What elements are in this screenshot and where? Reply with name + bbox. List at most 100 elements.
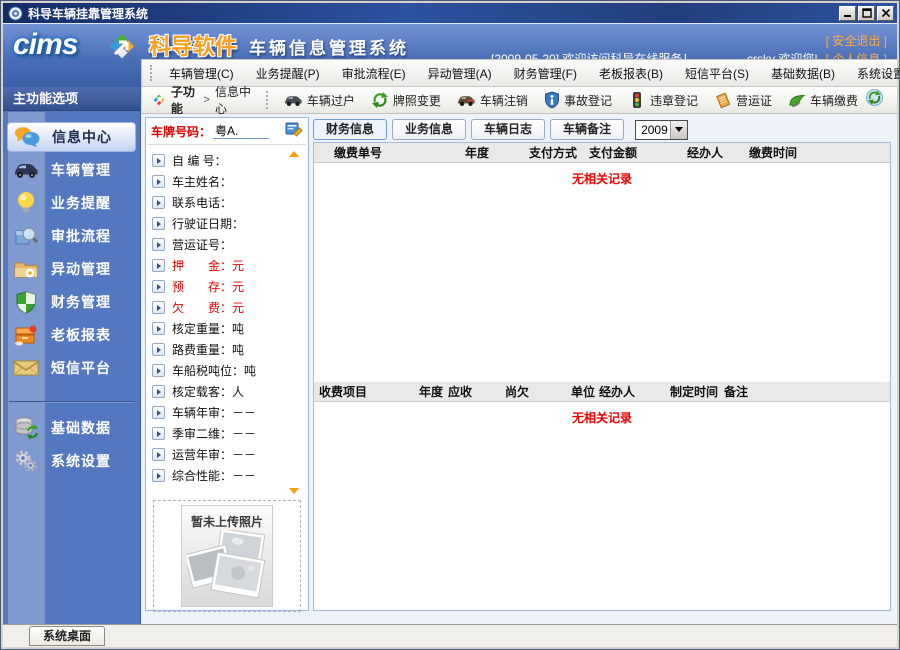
menu-system-settings[interactable]: 系统设置(S): [846, 65, 900, 82]
menu-grip: [150, 65, 152, 81]
menu-vehicle-mgmt[interactable]: 车辆管理(C): [158, 65, 245, 82]
charge-empty-message: 无相关记录: [314, 402, 890, 426]
photo-placeholder: 暂未上传照片: [181, 505, 273, 607]
cims-logo: cims: [13, 28, 141, 84]
tab-business-info[interactable]: 业务信息: [392, 119, 466, 140]
plate-number-label: 车牌号码：: [151, 123, 211, 140]
expand-icon[interactable]: [152, 469, 165, 482]
brand-name: 科导软件: [149, 29, 237, 61]
refresh-button[interactable]: [866, 89, 883, 111]
sidebar-item-finance-mgmt[interactable]: 财务管理: [7, 287, 136, 317]
plate-number-input[interactable]: [213, 124, 269, 139]
expand-icon[interactable]: [152, 343, 165, 356]
menu-business-reminder[interactable]: 业务提醒(P): [245, 65, 331, 82]
field-row-arrears: 欠 费：元: [152, 297, 308, 318]
sidebar-item-label: 系统设置: [51, 451, 111, 471]
year-select-value: 2009: [636, 123, 670, 137]
plate-change-button[interactable]: 牌照变更: [363, 89, 449, 111]
maximize-icon: [862, 8, 872, 18]
logout-link[interactable]: [ 安全退出 ]: [826, 32, 887, 49]
expand-icon[interactable]: [152, 259, 165, 272]
vehicle-transfer-button[interactable]: 车辆过户: [276, 90, 363, 111]
sms-platform-icon: [7, 359, 45, 377]
menu-sms-platform[interactable]: 短信平台(S): [674, 65, 760, 82]
car-cancel-icon: [457, 94, 476, 107]
field-row-annual-inspection: 车辆年审：－－: [152, 402, 308, 423]
field-row-operation-cert: 营运证号：: [152, 234, 308, 255]
column-header: 应收: [448, 383, 505, 400]
menu-base-data[interactable]: 基础数据(B): [760, 65, 846, 82]
field-row-passenger-capacity: 核定载客：人: [152, 381, 308, 402]
vehicle-payment-button[interactable]: 车辆缴费: [780, 90, 866, 111]
business-reminder-icon: [7, 191, 45, 215]
payment-table-body: 无相关记录: [314, 163, 890, 382]
tab-finance-info[interactable]: 财务信息: [313, 119, 387, 140]
accident-register-button[interactable]: 事故登记: [536, 89, 620, 111]
scroll-up-icon[interactable]: [289, 151, 299, 157]
expand-icon[interactable]: [152, 280, 165, 293]
expand-icon[interactable]: [152, 322, 165, 335]
expand-icon[interactable]: [152, 196, 165, 209]
system-desktop-tab[interactable]: 系统桌面: [29, 626, 105, 646]
menu-finance-mgmt[interactable]: 财务管理(F): [503, 65, 588, 82]
expand-icon[interactable]: [152, 406, 165, 419]
expand-icon[interactable]: [152, 175, 165, 188]
tab-vehicle-log[interactable]: 车辆日志: [471, 119, 545, 140]
expand-icon[interactable]: [152, 154, 165, 167]
expand-icon[interactable]: [152, 217, 165, 230]
expand-icon[interactable]: [152, 301, 165, 314]
violation-register-button[interactable]: 违章登记: [620, 89, 706, 111]
menu-bar: 车辆管理(C) 业务提醒(P) 审批流程(E) 异动管理(A) 财务管理(F) …: [141, 59, 897, 87]
minimize-icon: [843, 8, 853, 18]
field-label: 核定重量：: [172, 322, 232, 336]
operation-cert-button[interactable]: 营运证: [706, 89, 780, 111]
sidebar-item-vehicle-mgmt[interactable]: 车辆管理: [7, 155, 136, 185]
subfunction-label: 子功能: [171, 83, 199, 117]
expand-icon[interactable]: [152, 238, 165, 251]
sidebar-item-approval-flow[interactable]: 审批流程: [7, 221, 136, 251]
sidebar-item-boss-report[interactable]: 老板报表: [7, 320, 136, 350]
toolbar-button-label: 营运证: [736, 92, 772, 109]
menu-boss-report[interactable]: 老板报表(B): [588, 65, 674, 82]
sidebar-item-base-data[interactable]: 基础数据: [7, 413, 136, 443]
dropdown-arrow-icon[interactable]: [670, 121, 687, 139]
field-value: 吨: [232, 322, 244, 336]
sidebar-item-business-reminder[interactable]: 业务提醒: [7, 188, 136, 218]
column-header: 制定时间: [670, 383, 724, 400]
tab-vehicle-remark[interactable]: 车辆备注: [550, 119, 624, 140]
column-header: 经办人: [599, 383, 670, 400]
sidebar-item-label: 短信平台: [51, 358, 111, 378]
maximize-button[interactable]: [858, 6, 875, 21]
toolbar-button-label: 车辆注销: [480, 92, 528, 109]
sidebar-item-change-mgmt[interactable]: 异动管理: [7, 254, 136, 284]
photo-stack-icon: [187, 530, 267, 600]
toolbar-button-label: 车辆缴费: [810, 92, 858, 109]
plate-change-icon: [371, 91, 389, 109]
expand-icon[interactable]: [152, 448, 165, 461]
expand-icon[interactable]: [152, 427, 165, 440]
app-icon: [8, 6, 23, 21]
boss-report-icon: [7, 324, 45, 346]
field-label: 核定载客：: [172, 385, 232, 399]
toolbar-button-label: 车辆过户: [307, 92, 355, 109]
expand-icon[interactable]: [152, 364, 165, 377]
menu-change-mgmt[interactable]: 异动管理(A): [417, 65, 503, 82]
sidebar-item-info-center[interactable]: 信息中心: [7, 122, 136, 152]
scroll-down-icon[interactable]: [289, 488, 299, 494]
field-label: 欠 费：: [172, 301, 232, 315]
photo-placeholder-text: 暂未上传照片: [191, 513, 263, 530]
system-settings-icon: [7, 449, 45, 473]
sidebar-item-system-settings[interactable]: 系统设置: [7, 446, 136, 476]
year-select[interactable]: 2009: [635, 120, 688, 140]
bottom-bar: 系统桌面: [3, 624, 897, 647]
close-button[interactable]: [877, 6, 894, 21]
menu-approval-flow[interactable]: 审批流程(E): [331, 65, 417, 82]
field-label: 自 编 号：: [172, 154, 227, 168]
minimize-button[interactable]: [839, 6, 856, 21]
sidebar-item-sms-platform[interactable]: 短信平台: [7, 353, 136, 383]
expand-icon[interactable]: [152, 385, 165, 398]
vehicle-photo-box[interactable]: 暂未上传照片: [153, 500, 301, 612]
vehicle-cancel-button[interactable]: 车辆注销: [449, 90, 536, 111]
plate-edit-button[interactable]: [285, 120, 303, 142]
field-label: 车船税吨位：: [172, 364, 244, 378]
